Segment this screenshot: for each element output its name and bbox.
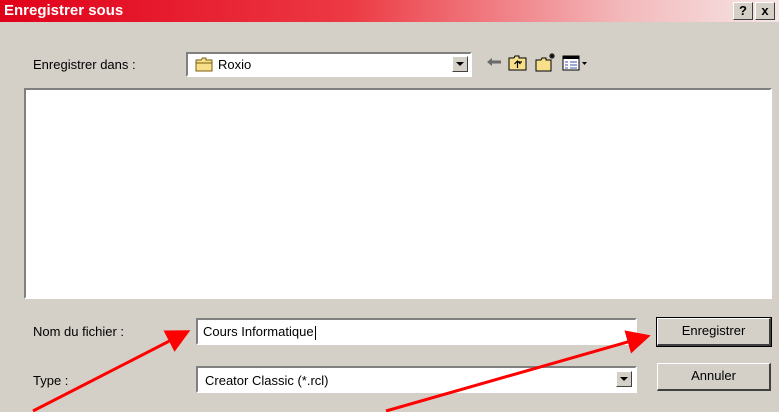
annotation-arrow-save-button (385, 330, 651, 412)
annotation-arrows (32, 330, 651, 412)
annotation-arrow-file-name (32, 330, 191, 412)
save-as-dialog: Enregistrer sous ? x Enregistrer dans : … (0, 0, 779, 412)
